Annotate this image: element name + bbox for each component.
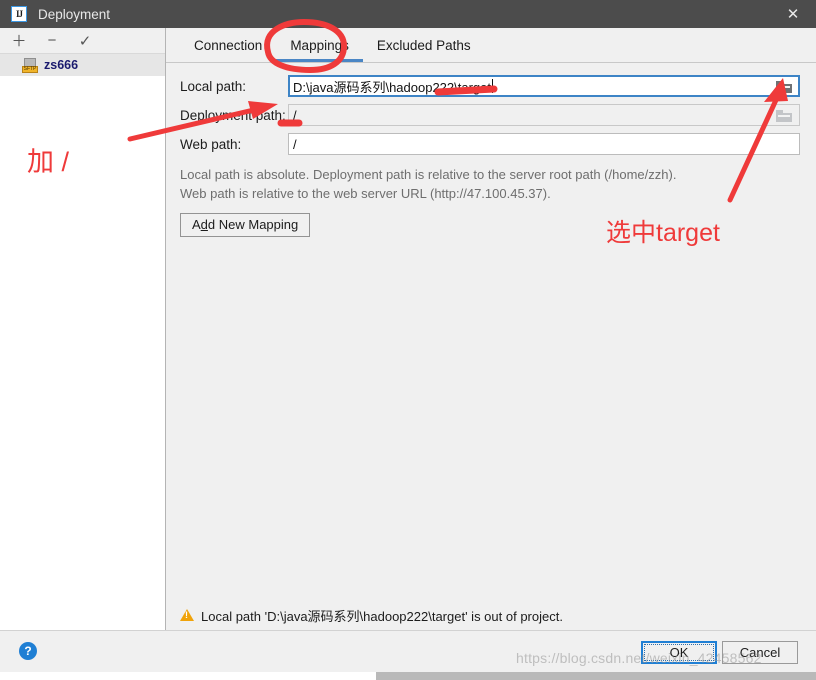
local-path-label: Local path: bbox=[180, 78, 247, 94]
tab-mappings[interactable]: Mappings bbox=[276, 28, 363, 62]
cancel-button[interactable]: Cancel bbox=[722, 641, 798, 664]
folder-icon bbox=[776, 81, 792, 93]
servers-toolbar: ＋ − ✓ bbox=[0, 28, 165, 54]
add-new-mapping-button[interactable]: Add New Mapping bbox=[180, 213, 311, 237]
deployment-path-input[interactable]: / bbox=[288, 104, 800, 126]
server-list-item-zs666[interactable]: SFTP zs666 bbox=[0, 54, 165, 76]
deployment-path-browse-button[interactable] bbox=[769, 105, 799, 127]
remove-server-icon[interactable]: − bbox=[43, 32, 61, 50]
set-default-server-icon[interactable]: ✓ bbox=[76, 32, 94, 50]
tab-bar: Connection Mappings Excluded Paths bbox=[166, 28, 816, 63]
hint-line-2: Web path is relative to the web server U… bbox=[180, 186, 551, 201]
window-title: Deployment bbox=[38, 6, 111, 22]
tab-connection[interactable]: Connection bbox=[180, 28, 276, 62]
deployment-path-label: Deployment path: bbox=[180, 107, 286, 123]
local-path-value: D:\java源码系列\hadoop222\target bbox=[293, 79, 491, 95]
add-mapping-suffix: d New Mapping bbox=[207, 217, 299, 232]
deployment-dialog: IJ Deployment ✕ ＋ − ✓ SFTP zs666 Connect… bbox=[0, 0, 816, 673]
ok-button[interactable]: OK bbox=[641, 641, 717, 664]
deployment-path-row: Deployment path: / bbox=[180, 104, 800, 126]
title-bar: IJ Deployment ✕ bbox=[0, 0, 816, 28]
web-path-value: / bbox=[293, 136, 297, 152]
add-mapping-prefix: A bbox=[192, 217, 201, 232]
web-path-row: Web path: / bbox=[180, 133, 800, 155]
hint-line-1: Local path is absolute. Deployment path … bbox=[180, 167, 677, 182]
mapping-form: Local path: D:\java源码系列\hadoop222\target… bbox=[166, 63, 816, 237]
help-icon[interactable]: ? bbox=[19, 642, 37, 660]
validation-message: Local path 'D:\java源码系列\hadoop222\target… bbox=[201, 608, 563, 624]
folder-icon-disabled bbox=[776, 110, 792, 122]
tab-excluded-paths[interactable]: Excluded Paths bbox=[363, 28, 485, 62]
validation-status-bar: Local path 'D:\java源码系列\hadoop222\target… bbox=[166, 600, 816, 630]
intellij-idea-icon: IJ bbox=[11, 6, 27, 22]
local-path-browse-button[interactable] bbox=[769, 76, 799, 98]
sftp-badge: SFTP bbox=[22, 65, 38, 73]
dialog-footer: ? OK Cancel bbox=[0, 630, 816, 673]
local-path-row: Local path: D:\java源码系列\hadoop222\target bbox=[180, 75, 800, 97]
screenshot-root: IJ Deployment ✕ ＋ − ✓ SFTP zs666 Connect… bbox=[0, 0, 816, 680]
local-path-input[interactable]: D:\java源码系列\hadoop222\target bbox=[288, 75, 800, 97]
add-mapping-mnemonic: d bbox=[200, 217, 208, 232]
deployment-path-value: / bbox=[293, 107, 297, 123]
server-name-label: zs666 bbox=[44, 58, 79, 72]
warning-icon bbox=[180, 609, 194, 621]
server-list: SFTP zs666 bbox=[0, 54, 165, 76]
web-path-label: Web path: bbox=[180, 136, 242, 152]
sftp-server-icon: SFTP bbox=[22, 57, 38, 73]
add-server-icon[interactable]: ＋ bbox=[10, 32, 28, 50]
mappings-panel: Connection Mappings Excluded Paths Local… bbox=[166, 28, 816, 630]
servers-panel: ＋ − ✓ SFTP zs666 bbox=[0, 28, 166, 630]
paths-hint: Local path is absolute. Deployment path … bbox=[180, 165, 800, 203]
web-path-input[interactable]: / bbox=[288, 133, 800, 155]
close-icon[interactable]: ✕ bbox=[770, 0, 816, 28]
text-caret bbox=[492, 79, 493, 93]
desktop-shadow bbox=[376, 672, 816, 680]
